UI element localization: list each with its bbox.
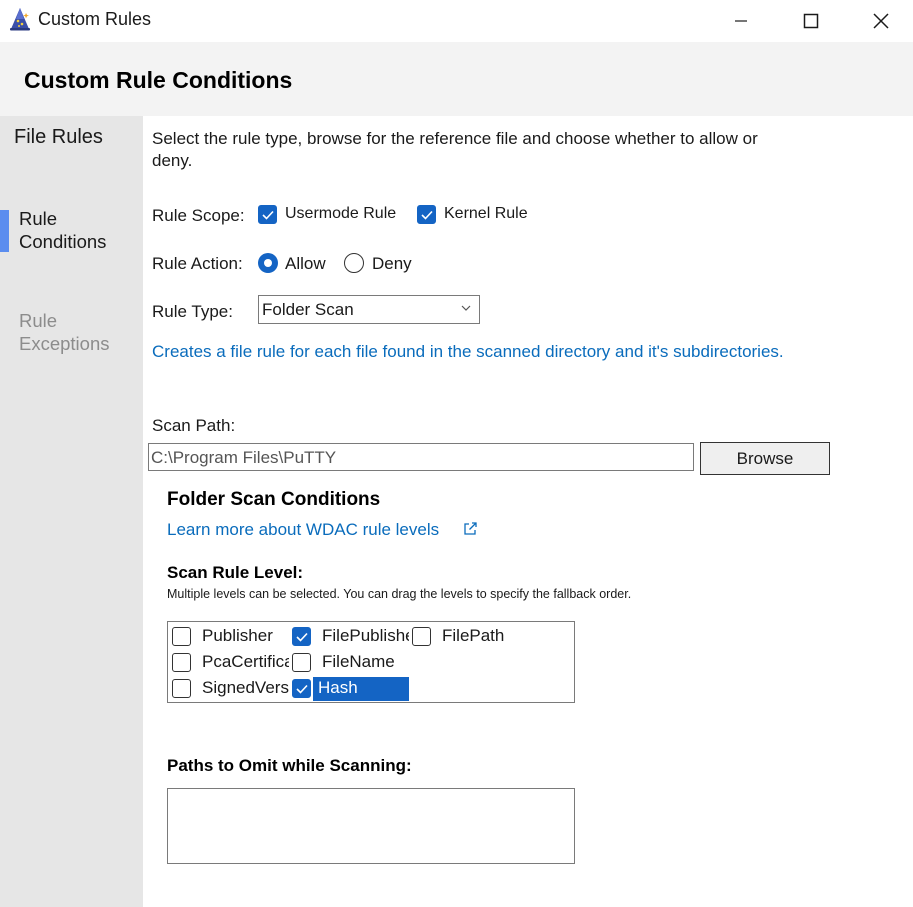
level-item-label: FilePath xyxy=(442,626,505,645)
sidebar-item-rule-exceptions[interactable]: Rule Exceptions xyxy=(19,309,110,355)
deny-label: Deny xyxy=(372,254,412,273)
level-item-hash[interactable]: Hash xyxy=(288,675,409,701)
minimize-button[interactable] xyxy=(706,0,776,42)
maximize-icon xyxy=(803,13,819,29)
rule-scope-label: Rule Scope: xyxy=(152,206,245,225)
level-item-publisher[interactable]: Publisher xyxy=(168,623,289,649)
scan-rule-level-note: Multiple levels can be selected. You can… xyxy=(167,587,632,601)
level-item-filepath[interactable]: FilePath xyxy=(408,623,529,649)
scan-path-input[interactable]: C:\Program Files\PuTTY xyxy=(148,443,694,471)
sidebar: File Rules Rule Conditions Rule Exceptio… xyxy=(0,116,143,907)
chevron-down-icon xyxy=(461,305,471,311)
kernel-rule-checkbox[interactable] xyxy=(417,205,436,224)
browse-button[interactable]: Browse xyxy=(700,442,830,475)
scan-rule-level-title: Scan Rule Level: xyxy=(167,563,304,582)
omit-paths-title: Paths to Omit while Scanning: xyxy=(167,756,412,775)
deny-radio[interactable] xyxy=(344,253,364,273)
level-item-label: Publisher xyxy=(202,626,273,645)
level-item-label: FileName xyxy=(322,652,395,671)
hash-checkbox[interactable] xyxy=(292,679,311,698)
title-bar: Custom Rules xyxy=(0,0,913,42)
kernel-rule-label: Kernel Rule xyxy=(444,205,528,222)
usermode-rule-label: Usermode Rule xyxy=(285,205,397,222)
level-item-label: SignedVersion xyxy=(202,678,289,697)
header-band: Custom Rule Conditions xyxy=(0,42,913,116)
filename-checkbox[interactable] xyxy=(292,653,311,672)
learn-more-link[interactable]: Learn more about WDAC rule levels xyxy=(167,520,439,540)
sidebar-heading: File Rules xyxy=(14,126,103,148)
rule-type-label: Rule Type: xyxy=(152,302,233,321)
level-item-filename[interactable]: FileName xyxy=(288,649,409,675)
level-item-label: Hash xyxy=(313,677,409,701)
pcacertificate-checkbox[interactable] xyxy=(172,653,191,672)
allow-label: Allow xyxy=(285,254,326,273)
level-item-filepublisher[interactable]: FilePublisher xyxy=(288,623,409,649)
window-title: Custom Rules xyxy=(38,9,152,29)
level-item-label: FilePublisher xyxy=(322,626,409,645)
maximize-button[interactable] xyxy=(776,0,846,42)
wizard-hat-icon xyxy=(9,7,31,31)
rule-level-list[interactable]: Publisher FilePublisher FilePath PcaCert… xyxy=(167,621,575,703)
sidebar-item-label: Conditions xyxy=(19,231,107,252)
description-text: Select the rule type, browse for the ref… xyxy=(152,129,758,170)
level-item-signedversion[interactable]: SignedVersion xyxy=(168,675,289,701)
sidebar-item-rule-conditions[interactable]: Rule Conditions xyxy=(19,207,106,253)
checkmark-icon xyxy=(296,684,308,694)
publisher-checkbox[interactable] xyxy=(172,627,191,646)
folder-scan-title: Folder Scan Conditions xyxy=(167,489,381,510)
allow-radio[interactable] xyxy=(258,253,278,273)
sidebar-item-label: Exceptions xyxy=(19,333,110,354)
main-panel: Select the rule type, browse for the ref… xyxy=(143,116,913,907)
checkmark-icon xyxy=(262,210,274,220)
rule-action-label: Rule Action: xyxy=(152,254,243,273)
checkmark-icon xyxy=(421,210,433,220)
scan-path-value: C:\Program Files\PuTTY xyxy=(151,448,337,467)
signedversion-checkbox[interactable] xyxy=(172,679,191,698)
omit-paths-input[interactable] xyxy=(167,788,575,864)
rule-type-value: Folder Scan xyxy=(262,300,354,319)
checkmark-icon xyxy=(296,632,308,642)
level-item-label: PcaCertificate xyxy=(202,652,289,671)
level-item-pcacertificate[interactable]: PcaCertificate xyxy=(168,649,289,675)
page-title: Custom Rule Conditions xyxy=(24,67,293,93)
rule-type-info: Creates a file rule for each file found … xyxy=(152,342,784,361)
minimize-icon xyxy=(735,20,747,22)
sidebar-item-label: Rule xyxy=(19,310,58,331)
sidebar-item-label: Rule xyxy=(19,208,58,229)
usermode-rule-checkbox[interactable] xyxy=(258,205,277,224)
close-button[interactable] xyxy=(846,0,913,42)
filepublisher-checkbox[interactable] xyxy=(292,627,311,646)
external-link-icon[interactable] xyxy=(462,521,478,542)
scan-path-label: Scan Path: xyxy=(152,416,236,435)
filepath-checkbox[interactable] xyxy=(412,627,431,646)
rule-type-dropdown[interactable]: Folder Scan xyxy=(258,295,480,324)
close-icon xyxy=(873,13,889,29)
active-indicator xyxy=(0,210,9,252)
